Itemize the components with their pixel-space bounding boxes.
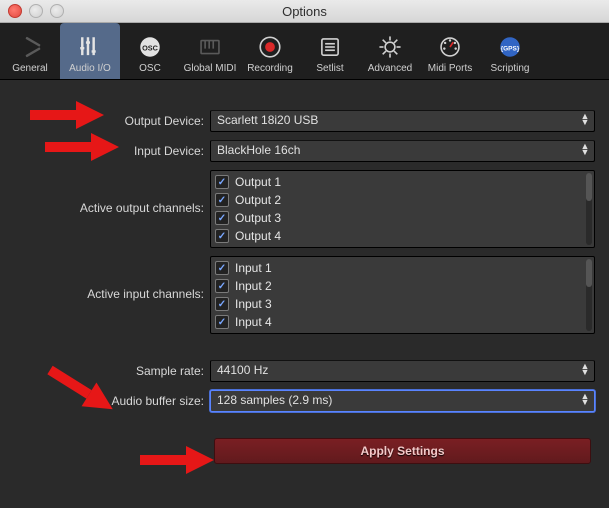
tab-recording[interactable]: Recording <box>240 23 300 79</box>
tab-setlist[interactable]: Setlist <box>300 23 360 79</box>
audio-buffer-size-value: 128 samples (2.9 ms) <box>217 393 332 407</box>
tab-audio-io[interactable]: Audio I/O <box>60 23 120 79</box>
checkbox-icon[interactable]: ✓ <box>215 229 229 243</box>
tab-advanced[interactable]: Advanced <box>360 23 420 79</box>
tab-strip: General Audio I/O OSC OSC Global MIDI Re… <box>0 23 609 80</box>
titlebar: Options <box>0 0 609 23</box>
tab-global-midi[interactable]: Global MIDI <box>180 23 240 79</box>
scripting-icon: {GPS} <box>496 33 524 61</box>
output-device-value: Scarlett 18i20 USB <box>217 113 318 127</box>
sample-rate-select[interactable]: 44100 Hz ▲▼ <box>210 360 595 382</box>
tab-label: Global MIDI <box>184 63 237 74</box>
apply-settings-button[interactable]: Apply Settings <box>214 438 591 464</box>
tab-midi-ports[interactable]: Midi Ports <box>420 23 480 79</box>
channel-label: Input 2 <box>235 279 272 293</box>
output-channel-item[interactable]: ✓ Output 4 <box>215 227 590 245</box>
sample-rate-value: 44100 Hz <box>217 363 268 377</box>
output-channel-item[interactable]: ✓ Output 2 <box>215 191 590 209</box>
checkbox-icon[interactable]: ✓ <box>215 279 229 293</box>
tab-label: Scripting <box>491 63 530 74</box>
audio-buffer-size-select[interactable]: 128 samples (2.9 ms) ▲▼ <box>210 390 595 412</box>
global-midi-icon <box>196 33 224 61</box>
channel-label: Input 4 <box>235 315 272 329</box>
recording-icon <box>256 33 284 61</box>
channel-label: Output 1 <box>235 175 281 189</box>
tab-label: Setlist <box>316 63 343 74</box>
svg-text:OSC: OSC <box>142 43 159 52</box>
tab-label: Recording <box>247 63 293 74</box>
input-channel-item[interactable]: ✓ Input 3 <box>215 295 590 313</box>
checkbox-icon[interactable]: ✓ <box>215 193 229 207</box>
dropdown-arrows-icon: ▲▼ <box>580 363 590 375</box>
output-channel-item[interactable]: ✓ Output 1 <box>215 173 590 191</box>
channel-label: Input 1 <box>235 261 272 275</box>
channel-label: Output 4 <box>235 229 281 243</box>
dropdown-arrows-icon: ▲▼ <box>580 143 590 155</box>
input-device-label: Input Device: <box>14 141 210 161</box>
general-icon <box>16 33 44 61</box>
input-channel-item[interactable]: ✓ Input 2 <box>215 277 590 295</box>
active-output-channels-list[interactable]: ✓ Output 1 ✓ Output 2 ✓ Output 3 ✓ Output 4 <box>210 170 595 248</box>
checkbox-icon[interactable]: ✓ <box>215 261 229 275</box>
active-input-channels-list[interactable]: ✓ Input 1 ✓ Input 2 ✓ Input 3 ✓ Input 4 <box>210 256 595 334</box>
tab-label: Advanced <box>368 63 412 74</box>
dropdown-arrows-icon: ▲▼ <box>580 393 590 405</box>
tab-label: OSC <box>139 63 161 74</box>
dropdown-arrows-icon: ▲▼ <box>580 113 590 125</box>
tab-general[interactable]: General <box>0 23 60 79</box>
input-channel-item[interactable]: ✓ Input 1 <box>215 259 590 277</box>
scrollbar-thumb[interactable] <box>586 259 592 287</box>
svg-text:{GPS}: {GPS} <box>501 45 520 52</box>
audio-io-icon <box>76 33 104 61</box>
output-device-label: Output Device: <box>14 111 210 131</box>
midi-ports-icon <box>436 33 464 61</box>
audio-buffer-size-label: Audio buffer size: <box>14 391 210 411</box>
options-window: Options General Audio I/O OSC OSC Gl <box>0 0 609 508</box>
tab-scripting[interactable]: {GPS} Scripting <box>480 23 540 79</box>
tab-label: Audio I/O <box>69 63 111 74</box>
output-device-select[interactable]: Scarlett 18i20 USB ▲▼ <box>210 110 595 132</box>
advanced-icon <box>376 33 404 61</box>
audio-io-panel: Output Device: Scarlett 18i20 USB ▲▼ Inp… <box>0 80 609 464</box>
active-input-channels-label: Active input channels: <box>14 256 210 304</box>
scrollbar-thumb[interactable] <box>586 173 592 201</box>
checkbox-icon[interactable]: ✓ <box>215 175 229 189</box>
output-channel-item[interactable]: ✓ Output 3 <box>215 209 590 227</box>
sample-rate-label: Sample rate: <box>14 361 210 381</box>
osc-icon: OSC <box>136 33 164 61</box>
input-device-value: BlackHole 16ch <box>217 143 300 157</box>
active-output-channels-label: Active output channels: <box>14 170 210 218</box>
checkbox-icon[interactable]: ✓ <box>215 297 229 311</box>
input-channel-item[interactable]: ✓ Input 4 <box>215 313 590 331</box>
input-device-select[interactable]: BlackHole 16ch ▲▼ <box>210 140 595 162</box>
channel-label: Output 2 <box>235 193 281 207</box>
channel-label: Input 3 <box>235 297 272 311</box>
tab-label: General <box>12 63 48 74</box>
tab-label: Midi Ports <box>428 63 472 74</box>
checkbox-icon[interactable]: ✓ <box>215 315 229 329</box>
tab-osc[interactable]: OSC OSC <box>120 23 180 79</box>
window-title: Options <box>0 4 609 19</box>
channel-label: Output 3 <box>235 211 281 225</box>
setlist-icon <box>316 33 344 61</box>
apply-button-label: Apply Settings <box>360 444 444 458</box>
checkbox-icon[interactable]: ✓ <box>215 211 229 225</box>
